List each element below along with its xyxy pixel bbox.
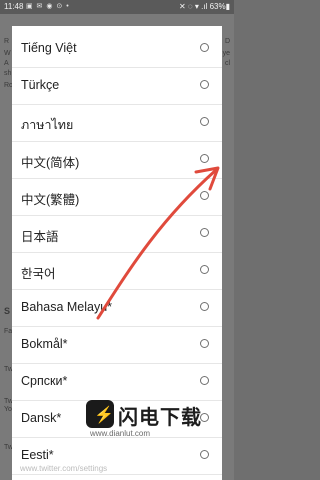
radio-button[interactable] xyxy=(200,302,209,311)
watermark-url: www.dianlut.com xyxy=(90,429,151,438)
watermark-brand: 闪电下载 xyxy=(118,407,202,429)
bg-letter: Fa xyxy=(4,328,13,335)
radio-button[interactable] xyxy=(200,339,209,348)
radio-button[interactable] xyxy=(200,265,209,274)
language-option[interactable]: Tiếng Việt xyxy=(12,30,222,68)
bg-letter: W xyxy=(4,50,11,57)
bg-letter: cl xyxy=(224,60,230,67)
bg-letter: R xyxy=(4,38,10,45)
language-label: ภาษาไทย xyxy=(21,118,74,132)
radio-button[interactable] xyxy=(200,117,209,126)
bg-letter: A xyxy=(4,60,9,67)
notification-icons: ▣ ✉ ◉ ⊙ • xyxy=(26,3,70,10)
language-label: Bokmål* xyxy=(21,337,68,351)
watermark: ⚡ 闪电下载 www.dianlut.com xyxy=(86,400,234,480)
lightning-logo-icon: ⚡ xyxy=(86,400,114,428)
language-option[interactable]: 中文(简体) xyxy=(12,141,222,179)
language-option[interactable]: Türkçe xyxy=(12,67,222,105)
status-time: 11:48 xyxy=(4,2,24,11)
language-option[interactable]: Bokmål* xyxy=(12,326,222,364)
language-label: Српски* xyxy=(21,374,68,388)
language-label: 中文(繁體) xyxy=(21,193,80,207)
language-option[interactable]: 日本語 xyxy=(12,215,222,253)
radio-button[interactable] xyxy=(200,191,209,200)
radio-button[interactable] xyxy=(200,376,209,385)
language-label: Dansk* xyxy=(21,411,62,425)
radio-button[interactable] xyxy=(200,154,209,163)
language-option[interactable]: ภาษาไทย xyxy=(12,104,222,142)
language-option[interactable]: Bahasa Melayu* xyxy=(12,289,222,327)
bg-letter: ye xyxy=(222,50,230,57)
language-label: Türkçe xyxy=(21,78,60,92)
language-option[interactable]: 中文(繁體) xyxy=(12,178,222,216)
radio-button[interactable] xyxy=(200,228,209,237)
language-option[interactable]: 한국어 xyxy=(12,252,222,290)
language-label: 中文(简体) xyxy=(21,156,80,170)
bg-letter: S xyxy=(4,306,11,316)
bottom-faded-text: www.twitter.com/settings xyxy=(20,464,108,473)
radio-button[interactable] xyxy=(200,80,209,89)
lightning-bolt-icon: ⚡ xyxy=(94,407,114,424)
language-label: 한국어 xyxy=(21,267,56,281)
language-label: 日本語 xyxy=(21,230,59,244)
bg-letter: D xyxy=(224,38,230,45)
language-label: Bahasa Melayu* xyxy=(21,300,113,314)
language-option[interactable]: Српски* xyxy=(12,363,222,401)
bg-letter: sh xyxy=(4,70,12,77)
radio-button[interactable] xyxy=(200,43,209,52)
status-right-icons: ✕ ◌ ▾ .ıl 63%▮ xyxy=(179,2,230,11)
status-bar: 11:48 ▣ ✉ ◉ ⊙ • ✕ ◌ ▾ .ıl 63%▮ xyxy=(0,0,234,14)
language-label: Tiếng Việt xyxy=(21,41,77,55)
language-label: Eesti* xyxy=(21,448,54,462)
bg-letter: Yo xyxy=(4,406,12,413)
